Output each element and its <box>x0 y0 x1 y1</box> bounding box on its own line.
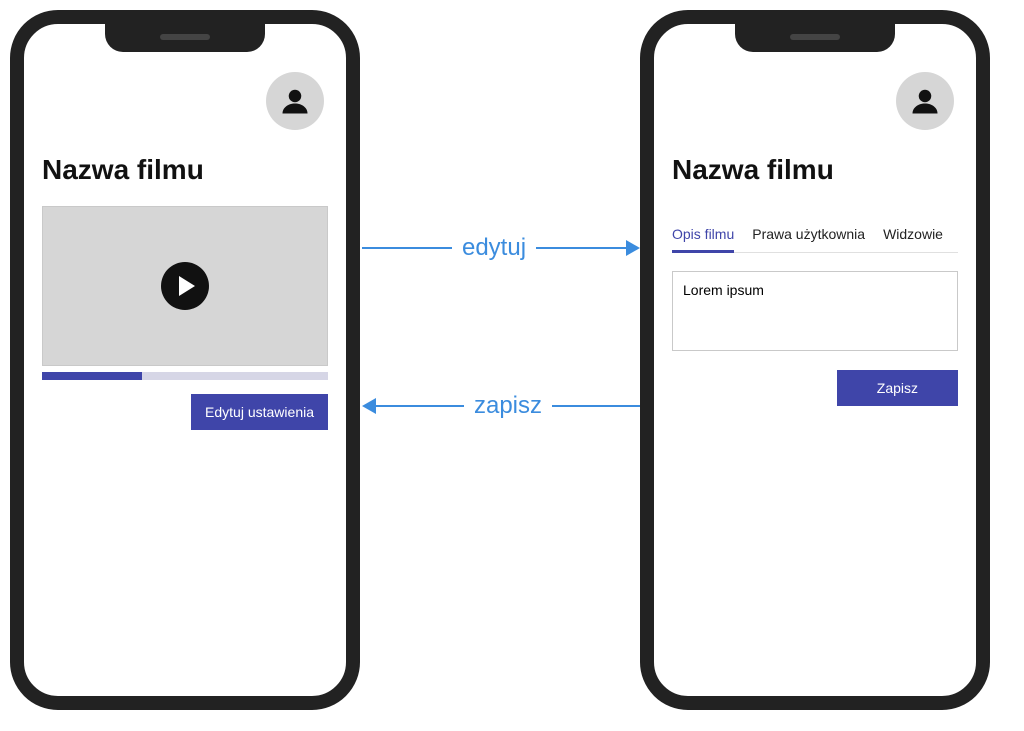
flow-arrow-edit: edytuj <box>362 234 640 262</box>
arrow-line <box>552 405 640 407</box>
screen-left: Nazwa filmu Edytuj ustawienia <box>24 24 346 696</box>
avatar[interactable] <box>266 72 324 130</box>
arrow-line <box>376 405 464 407</box>
screen-right: Nazwa filmu Opis filmu Prawa użytkownia … <box>654 24 976 696</box>
tab-viewers[interactable]: Widzowie <box>883 226 943 252</box>
progress-bar[interactable] <box>42 372 328 380</box>
phone-mockup-right: Nazwa filmu Opis filmu Prawa użytkownia … <box>640 10 990 710</box>
arrow-label-save: zapisz <box>464 392 552 420</box>
arrow-label-edit: edytuj <box>452 234 536 262</box>
play-button[interactable] <box>161 262 209 310</box>
movie-title: Nazwa filmu <box>42 154 328 186</box>
edit-settings-button[interactable]: Edytuj ustawienia <box>191 394 328 430</box>
user-icon <box>280 86 310 116</box>
video-thumbnail[interactable] <box>42 206 328 366</box>
tab-description[interactable]: Opis filmu <box>672 226 734 253</box>
arrow-line <box>536 247 626 249</box>
arrow-head-left-icon <box>362 398 376 414</box>
flow-arrow-save: zapisz <box>362 392 640 420</box>
description-textarea[interactable]: Lorem ipsum <box>672 271 958 351</box>
user-icon <box>910 86 940 116</box>
tabs: Opis filmu Prawa użytkownia Widzowie <box>672 226 958 253</box>
tab-rights[interactable]: Prawa użytkownia <box>752 226 865 252</box>
arrow-line <box>362 247 452 249</box>
save-button[interactable]: Zapisz <box>837 370 958 406</box>
play-icon <box>179 276 195 296</box>
avatar[interactable] <box>896 72 954 130</box>
movie-title: Nazwa filmu <box>672 154 958 186</box>
phone-mockup-left: Nazwa filmu Edytuj ustawienia <box>10 10 360 710</box>
progress-fill <box>42 372 142 380</box>
arrow-head-right-icon <box>626 240 640 256</box>
